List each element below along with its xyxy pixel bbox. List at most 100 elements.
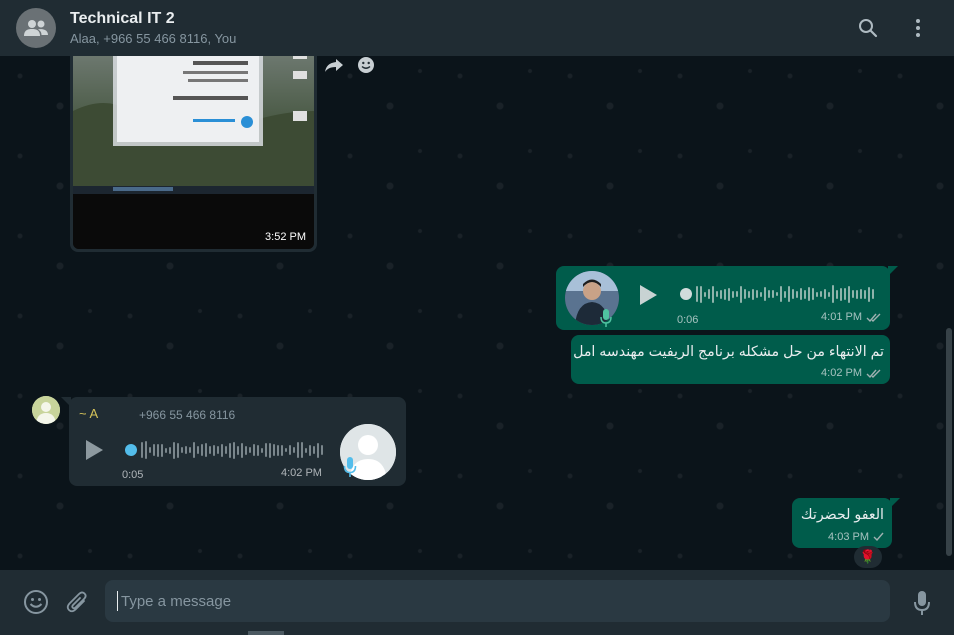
voice-waveform[interactable] [680, 284, 874, 304]
waveform-bar [720, 289, 722, 299]
double-check-icon [866, 313, 881, 322]
play-icon[interactable] [636, 283, 660, 307]
waveform-bar [305, 447, 307, 453]
message-input[interactable] [121, 592, 821, 610]
text-caret [117, 591, 118, 611]
waveform-bar [181, 447, 183, 453]
chat-title: Technical IT 2 [70, 9, 175, 27]
waveform-bar [293, 447, 295, 453]
waveform-bar [808, 287, 810, 301]
waveform-bar [221, 443, 223, 457]
waveform-bar [836, 289, 838, 299]
waveform-bar [289, 445, 291, 455]
message-input-container[interactable] [105, 580, 890, 622]
waveform-bar [213, 444, 215, 456]
double-check-icon [866, 369, 881, 378]
chat-area[interactable]: 3:52 PM 0:06 4:01 PM تم الانتهاء من حل م… [0, 56, 954, 570]
waveform-bar [844, 288, 846, 300]
waveform-bar [149, 447, 151, 453]
waveform-bar [832, 285, 834, 303]
waveform-bar [784, 290, 786, 298]
waveform-bar [229, 442, 231, 458]
waveform-bar [760, 291, 762, 297]
waveform-bar [840, 287, 842, 301]
voice-waveform[interactable] [125, 440, 323, 460]
emoji-reaction-icon[interactable] [354, 56, 378, 77]
waveform-bar [257, 444, 259, 456]
message-meta: 4:02 PM [821, 367, 882, 379]
shared-photo[interactable]: 3:52 PM [73, 56, 314, 249]
waveform-bar [780, 286, 782, 302]
waveform-bar [285, 448, 287, 452]
chat-info[interactable]: Technical IT 2 Alaa, +966 55 466 8116, Y… [70, 9, 856, 48]
waveform-bar [768, 290, 770, 298]
waveform-bar [804, 289, 806, 299]
emoji-icon[interactable] [18, 584, 54, 620]
single-check-icon [873, 532, 884, 542]
waveform-bar [724, 288, 726, 300]
sender-avatar[interactable] [32, 396, 60, 424]
rose-reaction-icon: 🌹 [859, 549, 877, 564]
waveform-bar [756, 290, 758, 298]
waveform-bar [269, 442, 271, 458]
waveform-bar [217, 446, 219, 454]
message-time: 4:02 PM [281, 467, 322, 479]
mic-icon [343, 457, 357, 482]
waveform-bar [185, 446, 187, 454]
waveform-bar [205, 443, 207, 457]
waveform-bar [852, 290, 854, 298]
waveform-bar [165, 447, 167, 453]
attach-icon[interactable] [59, 584, 95, 620]
waveform-bar [704, 291, 706, 297]
waveform-bar [800, 288, 802, 300]
waveform-bar [824, 289, 826, 299]
mic-icon [600, 309, 612, 332]
waveform-bar [812, 288, 814, 300]
outgoing-voice-message[interactable]: 0:06 4:01 PM [556, 266, 898, 332]
incoming-voice-message[interactable]: ~ A +966 55 466 8116 0:05 4:02 PM [61, 397, 406, 486]
waveform-bar [281, 444, 283, 456]
waveform-bar [157, 443, 159, 457]
group-avatar-icon[interactable] [16, 8, 56, 48]
waveform-bar [736, 291, 738, 297]
message-time: 3:52 PM [265, 231, 306, 243]
message-reaction[interactable]: 🌹 [854, 546, 882, 568]
outgoing-text-message[interactable]: تم الانتهاء من حل مشكله برنامج الريفيت م… [571, 335, 890, 384]
mic-icon[interactable] [904, 585, 940, 621]
waveform-bar [752, 288, 754, 300]
message-text: العفو لحضرتك [800, 507, 884, 523]
waveform-bar [868, 286, 870, 302]
menu-icon[interactable] [906, 16, 930, 40]
waveform-bar [820, 291, 822, 297]
waveform-bar [708, 289, 710, 299]
waveform-bar [201, 444, 203, 456]
message-time: 4:02 PM [821, 367, 862, 379]
waveform-bar [748, 290, 750, 298]
waveform-bar [169, 446, 171, 454]
image-message[interactable]: 3:52 PM [70, 56, 317, 252]
waveform-bar [237, 445, 239, 455]
search-icon[interactable] [856, 16, 880, 40]
playback-position[interactable] [680, 288, 692, 300]
waveform-bar [261, 447, 263, 453]
window-edge [248, 631, 284, 635]
chat-header: Technical IT 2 Alaa, +966 55 466 8116, Y… [0, 0, 954, 56]
waveform-bar [712, 285, 714, 303]
waveform-bar [321, 445, 323, 455]
play-icon[interactable] [82, 438, 106, 462]
chat-scrollbar[interactable] [946, 328, 952, 556]
voice-duration: 0:05 [122, 469, 144, 481]
waveform-bar [776, 292, 778, 296]
outgoing-text-message[interactable]: العفو لحضرتك 4:03 PM [792, 498, 900, 548]
waveform-bar [856, 289, 858, 299]
sender-name[interactable]: ~ A [79, 406, 98, 421]
voice-duration: 0:06 [677, 314, 699, 326]
waveform-bar [161, 443, 163, 457]
waveform-bar [153, 444, 155, 456]
waveform-bar [241, 442, 243, 458]
chat-participants: Alaa, +966 55 466 8116, You [70, 30, 237, 46]
waveform-bar [792, 289, 794, 299]
waveform-bar [860, 289, 862, 299]
playback-position[interactable] [125, 444, 137, 456]
waveform-bar [828, 291, 830, 297]
